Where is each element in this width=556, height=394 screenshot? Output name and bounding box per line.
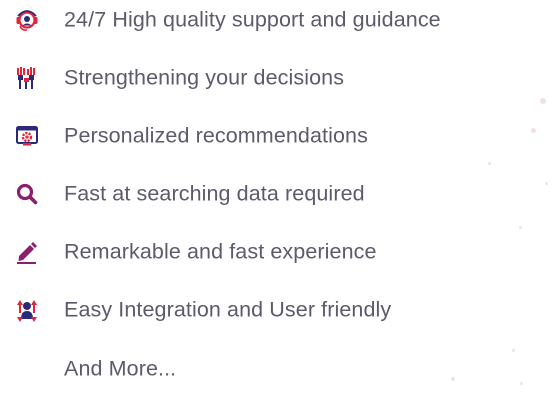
settings-screen-icon [14, 123, 40, 149]
pencil-icon [14, 239, 40, 265]
feature-label-more: And More... [64, 356, 177, 381]
feature-item-experience: Remarkable and fast experience [0, 232, 556, 272]
feature-item-decisions: Strengthening your decisions [0, 58, 556, 98]
feature-item-recommendations: Personalized recommendations [0, 116, 556, 156]
feature-label: Personalized recommendations [64, 123, 368, 148]
feature-label: 24/7 High quality support and guidance [64, 7, 441, 32]
support-headset-icon [14, 7, 40, 33]
raised-hands-icon [14, 65, 40, 91]
decor-dot [519, 226, 522, 229]
feature-label: Strengthening your decisions [64, 65, 345, 90]
feature-label: Remarkable and fast experience [64, 239, 377, 264]
decor-dot [488, 162, 491, 165]
feature-label: Fast at searching data required [64, 181, 365, 206]
feature-item-support: 24/7 High quality support and guidance [0, 0, 556, 40]
feature-item-search: Fast at searching data required [0, 174, 556, 214]
feature-item-integration: Easy Integration and User friendly [0, 290, 556, 330]
feature-label: Easy Integration and User friendly [64, 297, 392, 322]
user-integration-icon [14, 297, 40, 323]
feature-item-more: And More... [0, 349, 556, 389]
search-icon [14, 181, 40, 207]
decor-dot [540, 98, 546, 104]
